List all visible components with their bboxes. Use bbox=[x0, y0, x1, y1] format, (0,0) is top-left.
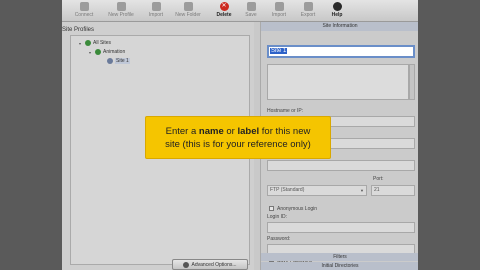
home-icon bbox=[79, 2, 89, 11]
globe-icon bbox=[85, 40, 91, 46]
connection-field[interactable] bbox=[267, 160, 415, 171]
site-information-header: Site Information bbox=[261, 22, 418, 31]
callout-line-2: site (this is for your reference only) bbox=[165, 138, 311, 150]
port-field[interactable]: 21 bbox=[371, 185, 415, 196]
new-profile-icon bbox=[116, 2, 126, 11]
gear-icon bbox=[183, 261, 190, 268]
login-id-field[interactable] bbox=[267, 222, 415, 233]
tree-item-all-sites[interactable]: ▾ All Sites bbox=[79, 40, 111, 46]
protocol-select[interactable]: FTP (Standard) ▼ bbox=[267, 185, 367, 196]
callout-line-1: Enter a name or label for this new bbox=[165, 125, 311, 137]
import-icon bbox=[274, 2, 284, 11]
delete-button[interactable]: ✕ Delete bbox=[212, 1, 236, 21]
notes-textarea[interactable] bbox=[267, 64, 409, 100]
collapse-toggle-icon[interactable]: ▾ bbox=[79, 41, 83, 46]
initial-directories-section[interactable]: Initial Directories bbox=[261, 262, 418, 270]
folder-icon bbox=[95, 49, 101, 55]
site-name-input[interactable]: Site 1 bbox=[267, 45, 415, 58]
import-profiles-button[interactable]: Import bbox=[266, 1, 292, 21]
help-button[interactable]: Help bbox=[326, 1, 348, 21]
site-icon bbox=[107, 58, 113, 64]
export-button[interactable]: Export bbox=[296, 1, 320, 21]
site-profiles-title: Site Profiles bbox=[62, 27, 95, 33]
anonymous-login-checkbox[interactable] bbox=[269, 206, 274, 211]
tree-item-folder[interactable]: ▾ Animation bbox=[89, 49, 125, 55]
connect-button[interactable]: Connect bbox=[70, 1, 98, 21]
password-label: Password: bbox=[267, 236, 291, 242]
save-icon bbox=[246, 2, 256, 11]
import-icon bbox=[151, 2, 161, 11]
toolbar: Connect New Profile Import New Folder ✕ … bbox=[62, 0, 418, 22]
save-button[interactable]: Save bbox=[240, 1, 262, 21]
chevron-down-icon: ▼ bbox=[360, 188, 364, 193]
help-icon bbox=[332, 2, 342, 11]
filters-section[interactable]: Filters bbox=[261, 253, 418, 261]
collapse-toggle-icon[interactable]: ▾ bbox=[89, 50, 93, 55]
notes-scrollbar[interactable] bbox=[409, 64, 415, 100]
new-folder-button[interactable]: New Folder bbox=[172, 1, 204, 21]
import-button[interactable]: Import bbox=[144, 1, 168, 21]
export-icon bbox=[303, 2, 313, 11]
new-folder-icon bbox=[183, 2, 193, 11]
delete-icon: ✕ bbox=[219, 2, 229, 11]
advanced-options-button[interactable]: Advanced Options... bbox=[172, 259, 248, 270]
tutorial-callout: Enter a name or label for this new site … bbox=[145, 116, 331, 159]
port-label: Port: bbox=[373, 176, 384, 182]
anonymous-login-label: Anonymous Login bbox=[277, 206, 318, 212]
tree-item-site[interactable]: Site 1 bbox=[107, 58, 130, 64]
login-id-label: Login ID: bbox=[267, 214, 288, 220]
hostname-label: Hostname or IP: bbox=[267, 108, 304, 114]
new-profile-button[interactable]: New Profile bbox=[106, 1, 136, 21]
